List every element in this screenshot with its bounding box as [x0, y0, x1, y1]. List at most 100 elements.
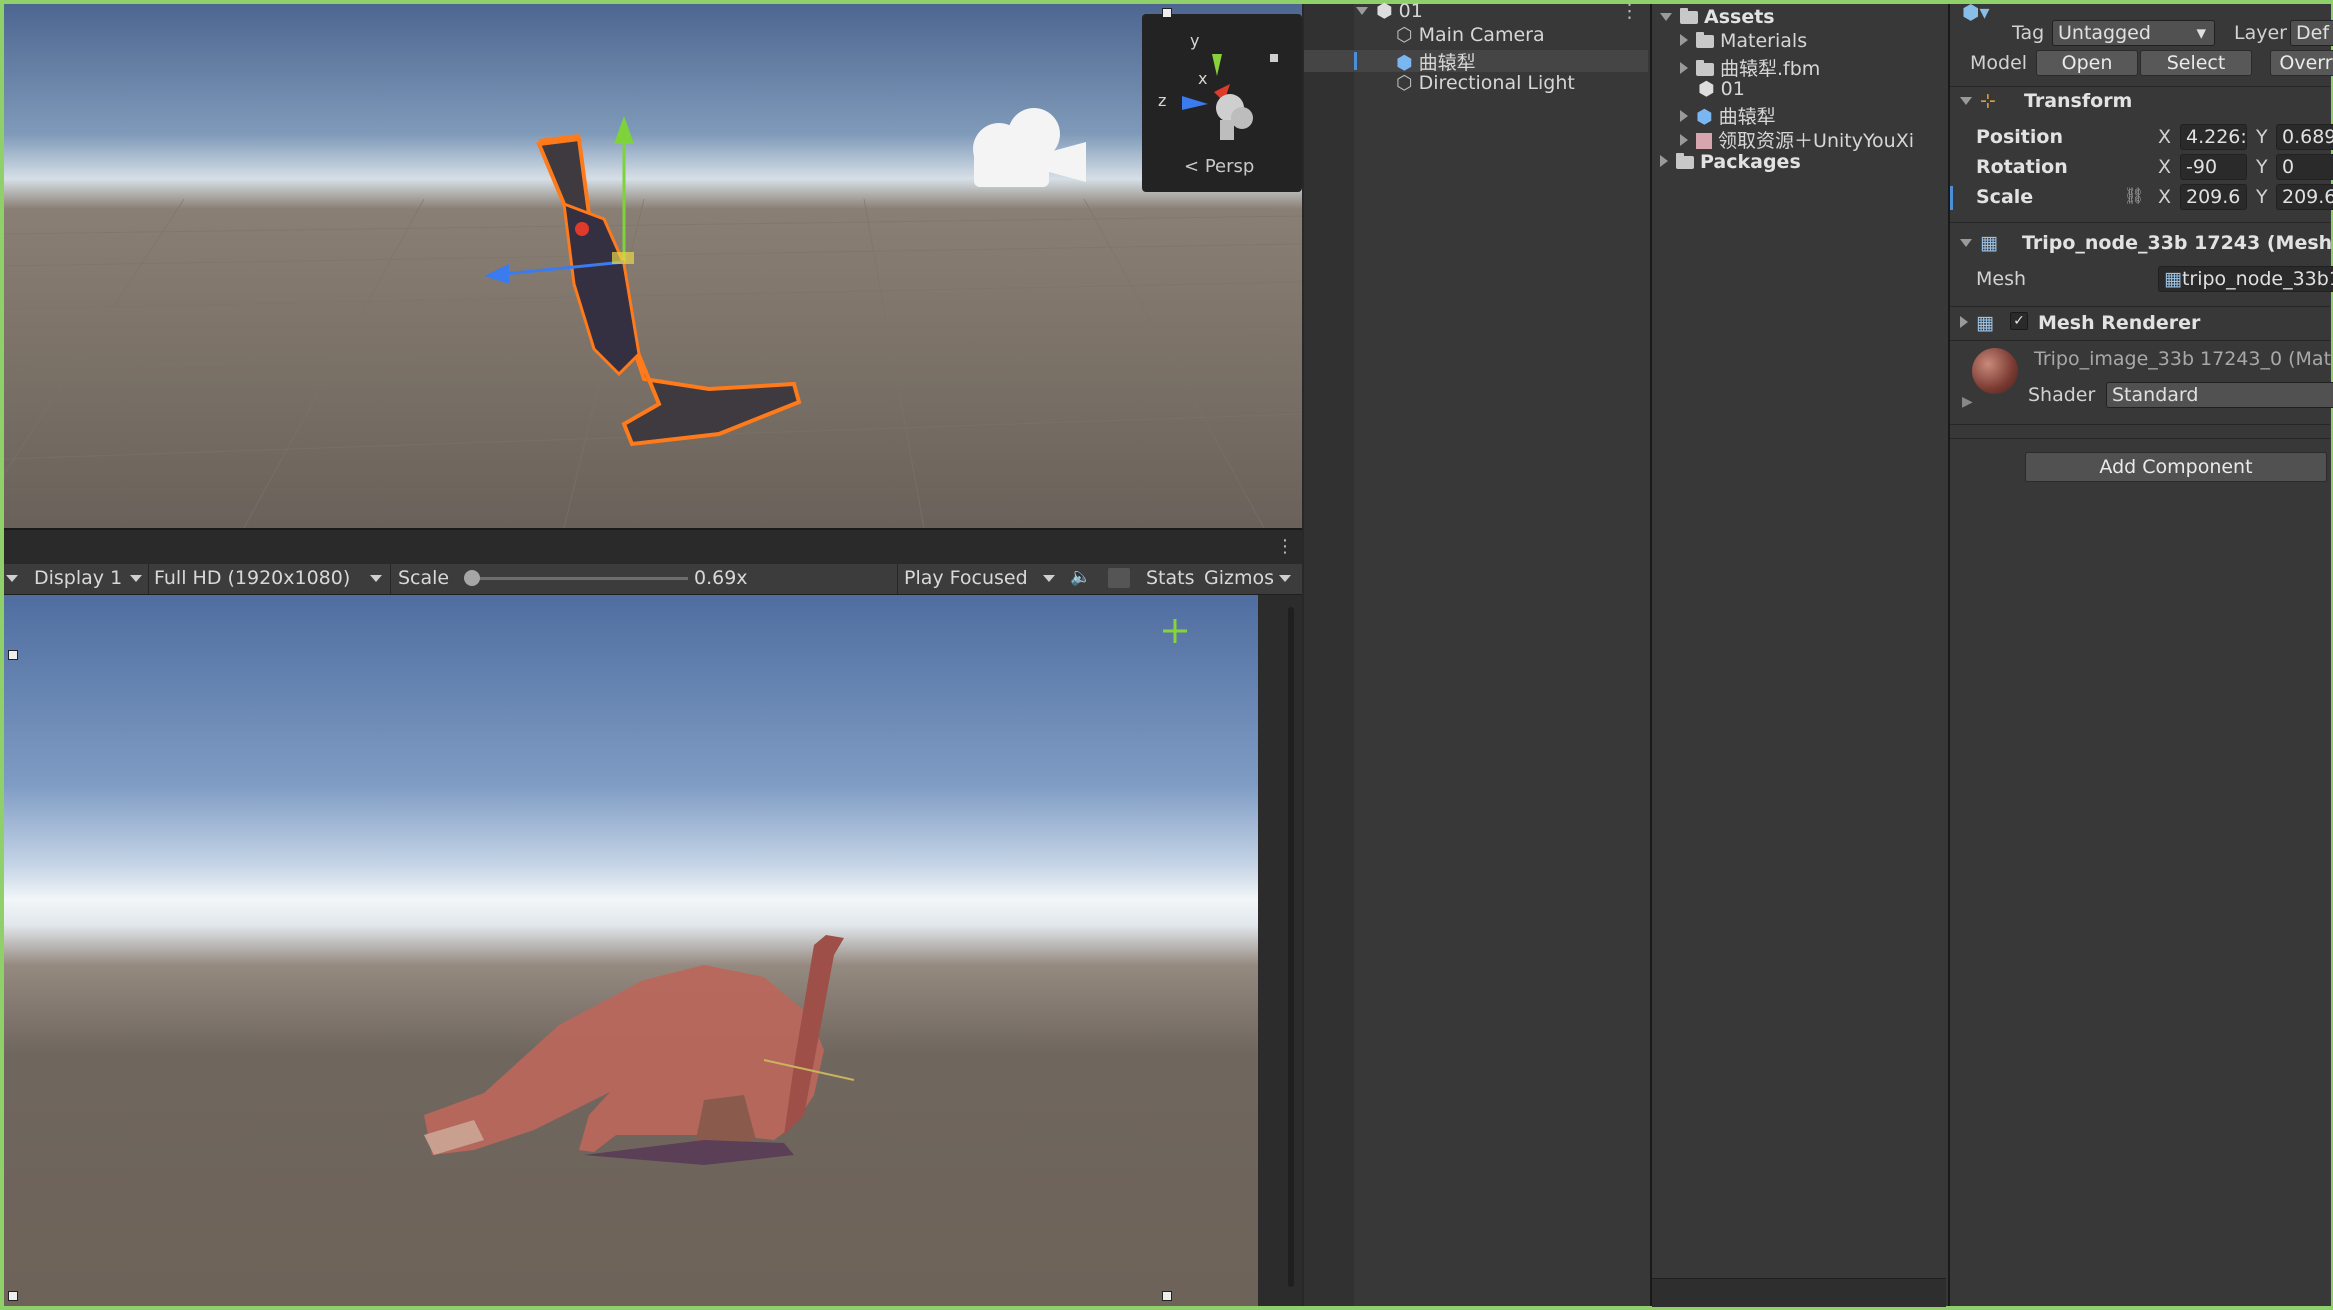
foldout-icon[interactable]: [1960, 239, 1972, 247]
gameobject-icon: ⬡: [1396, 72, 1413, 94]
mesh-filter-icon: ▦: [1980, 232, 1998, 254]
project-item-materials[interactable]: Materials: [1680, 30, 1807, 52]
scale-y-label: Y: [2256, 186, 2268, 208]
model-label: Model: [1970, 52, 2028, 74]
rotation-y-label: Y: [2256, 156, 2268, 178]
stats-button[interactable]: Stats: [1146, 567, 1195, 589]
transform-icon: ⊹: [1980, 90, 1996, 112]
folder-open-icon: [1680, 8, 1698, 24]
scale-y-field[interactable]: 209.6: [2276, 184, 2333, 210]
mesh-object-field[interactable]: ▦tripo_node_33b17: [2158, 266, 2333, 292]
collapse-arrow-icon[interactable]: [1660, 155, 1668, 167]
scale-slider-track[interactable]: [470, 577, 688, 580]
project-panel: [1650, 4, 1948, 1306]
modified-indicator: [1950, 186, 1953, 210]
select-button[interactable]: Select: [2140, 50, 2252, 76]
rotation-y-field[interactable]: 0: [2276, 154, 2333, 180]
collapse-arrow-icon[interactable]: [1680, 62, 1688, 74]
rotation-x-field[interactable]: -90: [2180, 154, 2247, 180]
open-button[interactable]: Open: [2036, 50, 2138, 76]
rotation-label: Rotation: [1976, 156, 2068, 178]
project-item-scene-01[interactable]: ⬢ 01: [1698, 78, 1745, 100]
gizmo-z-label: z: [1158, 91, 1166, 110]
unity-scene-icon: ⬢: [1376, 0, 1393, 22]
gizmo-x-label: x: [1198, 69, 1207, 88]
plow-render: [424, 935, 855, 1165]
folder-icon: [1696, 32, 1714, 48]
project-item-resource[interactable]: 领取资源＋UnityYouXi: [1680, 126, 1914, 153]
gizmo-grid-icon[interactable]: [1108, 568, 1130, 588]
collapse-arrow-icon[interactable]: [1680, 110, 1688, 122]
folder-icon: [1676, 153, 1694, 169]
scale-x-field[interactable]: 209.6: [2180, 184, 2247, 210]
display-dropdown[interactable]: Display 1: [34, 567, 122, 589]
gizmo-y-label: y: [1190, 31, 1199, 50]
hierarchy-panel: [1304, 4, 1650, 1306]
rotation-x-label: X: [2158, 156, 2172, 178]
play-mode-dropdown[interactable]: Play Focused: [904, 567, 1028, 589]
material-foldout-icon[interactable]: ▶: [1962, 394, 1973, 410]
resize-handle-left[interactable]: [8, 650, 18, 660]
constrain-proportions-icon[interactable]: ⛓: [2124, 186, 2144, 205]
play-mode-chevron-icon: [1043, 575, 1055, 582]
hierarchy-menu-icon[interactable]: ⋮: [1620, 0, 1639, 22]
mesh-renderer-enabled-checkbox[interactable]: ✓: [2010, 312, 2028, 330]
hierarchy-item-main-camera[interactable]: ⬡ Main Camera: [1396, 24, 1545, 46]
gizmos-button[interactable]: Gizmos: [1204, 567, 1274, 589]
tag-dropdown[interactable]: Untagged ▾: [2052, 20, 2215, 46]
collapse-arrow-icon[interactable]: [1680, 34, 1688, 46]
resize-handle-bottom-left[interactable]: [8, 1291, 18, 1301]
expand-arrow-icon[interactable]: [1660, 13, 1672, 21]
project-assets-folder[interactable]: Assets: [1660, 6, 1775, 28]
scale-slider-handle[interactable]: [464, 570, 480, 586]
folder-icon: [1696, 60, 1714, 76]
selection-indicator: [1354, 52, 1357, 70]
project-item-fbm[interactable]: 曲辕犁.fbm: [1680, 54, 1820, 81]
display-chevron-icon: [130, 575, 142, 582]
hierarchy-gutter: [1304, 4, 1354, 1306]
material-preview-icon: [1972, 348, 2018, 394]
game-tab-dropdown-icon[interactable]: [6, 575, 18, 582]
overrides-button[interactable]: Overr: [2270, 50, 2333, 76]
crosshair-icon: [1163, 619, 1187, 643]
position-y-field[interactable]: 0.689: [2276, 124, 2333, 150]
transform-header[interactable]: ⊹ Transform: [1960, 90, 2132, 112]
audio-mute-icon[interactable]: 🔈: [1070, 567, 1091, 587]
camera-gizmo-icon: [973, 108, 1086, 187]
position-y-label: Y: [2256, 126, 2268, 148]
resolution-dropdown[interactable]: Full HD (1920x1080): [154, 567, 350, 589]
model-prefab-icon: ⬢: [1696, 106, 1713, 128]
resize-handle-top[interactable]: [1162, 8, 1172, 18]
gizmos-chevron-icon[interactable]: [1279, 575, 1291, 582]
layer-dropdown[interactable]: Def: [2290, 20, 2333, 46]
resize-handle-bottom[interactable]: [1162, 1291, 1172, 1301]
expand-arrow-icon[interactable]: [1356, 7, 1368, 15]
prefab-icon: ⬢: [1396, 52, 1413, 74]
game-toolbar: Display 1 Full HD (1920x1080) Scale 0.69…: [4, 564, 1302, 595]
scene-view[interactable]: y x z < Persp: [4, 4, 1302, 528]
projection-label[interactable]: < Persp: [1184, 156, 1254, 177]
game-view[interactable]: [4, 595, 1258, 1306]
mesh-renderer-header[interactable]: ▦: [1960, 312, 1994, 334]
scale-value: 0.69x: [694, 567, 748, 589]
mesh-renderer-icon: ▦: [1976, 312, 1994, 334]
foldout-icon[interactable]: [1960, 316, 1968, 328]
mesh-filter-header[interactable]: ▦ Tripo_node_33b 17243 (Mesh Fi: [1960, 232, 2333, 254]
hierarchy-item-plow[interactable]: ⬢ 曲辕犁: [1396, 48, 1476, 75]
position-label: Position: [1976, 126, 2063, 148]
mesh-icon: ▦: [2164, 268, 2182, 290]
model-prefab-icon: ⬢▾: [1962, 0, 1990, 24]
collapse-arrow-icon[interactable]: [1680, 134, 1688, 146]
hierarchy-item-directional-light[interactable]: ⬡ Directional Light: [1396, 72, 1575, 94]
game-view-scrollbar[interactable]: [1258, 595, 1302, 1306]
material-name[interactable]: Tripo_image_33b 17243_0 (Mat: [2034, 348, 2331, 370]
add-component-button[interactable]: Add Component: [2025, 452, 2327, 482]
foldout-icon[interactable]: [1960, 97, 1972, 105]
hierarchy-scene-row[interactable]: ⬢ 01: [1356, 0, 1423, 22]
kebab-menu-icon[interactable]: ⋮: [1276, 536, 1294, 557]
project-packages-folder[interactable]: Packages: [1660, 151, 1801, 173]
position-x-field[interactable]: 4.226:: [2180, 124, 2247, 150]
shader-dropdown[interactable]: Standard: [2106, 382, 2333, 408]
gameobject-icon: ⬡: [1396, 24, 1413, 46]
project-item-plow-model[interactable]: ⬢ 曲辕犁: [1680, 102, 1776, 129]
